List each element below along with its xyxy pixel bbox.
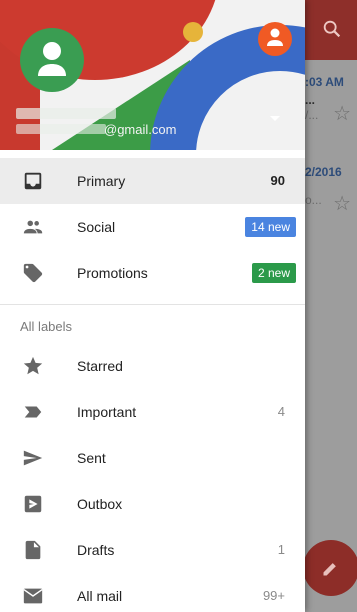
person-icon (38, 42, 66, 76)
nav-item-label: Drafts (77, 542, 115, 558)
email-row[interactable]: :03 AM ... /... ☆ (305, 75, 357, 145)
nav-item-label: Outbox (77, 496, 123, 512)
nav-item-all-mail[interactable]: All mail 99+ (0, 573, 305, 612)
navigation-drawer: @gmail.com Primary 90 Social 14 new Prom… (0, 0, 305, 612)
account-header[interactable]: @gmail.com (0, 0, 305, 150)
unread-count: 99+ (262, 588, 285, 603)
secondary-account-avatar[interactable] (258, 22, 292, 56)
nav-item-sent[interactable]: Sent (0, 435, 305, 481)
nav-item-label: All mail (77, 588, 123, 604)
important-icon (22, 401, 44, 423)
new-count-badge: 2 new (251, 263, 296, 283)
unread-count: 1 (277, 542, 285, 557)
email-snippet: ... (305, 93, 316, 107)
mailbox-list: Primary 90 Social 14 new Promotions 2 ne… (0, 150, 305, 612)
nav-item-primary[interactable]: Primary 90 (0, 158, 305, 204)
account-avatar[interactable] (20, 28, 84, 92)
draft-icon (22, 539, 44, 561)
outbox-icon (22, 493, 44, 515)
email-time: 2/2016 (305, 165, 342, 179)
email-row[interactable]: 2/2016 o... ☆ (305, 165, 357, 235)
nav-item-starred[interactable]: Starred (0, 343, 305, 389)
tag-icon (22, 262, 44, 284)
nav-item-promotions[interactable]: Promotions 2 new (0, 250, 305, 296)
nav-item-outbox[interactable]: Outbox (0, 481, 305, 527)
unread-count: 90 (270, 173, 285, 188)
labels-section-title: All labels (0, 305, 305, 343)
pencil-icon (323, 563, 336, 576)
star-icon (22, 355, 44, 377)
account-dropdown-icon[interactable] (270, 116, 280, 121)
compose-button[interactable] (303, 540, 357, 596)
header-art (183, 22, 203, 42)
send-icon (22, 447, 44, 469)
nav-item-label: Sent (77, 450, 106, 466)
nav-item-important[interactable]: Important 4 (0, 389, 305, 435)
nav-item-drafts[interactable]: Drafts 1 (0, 527, 305, 573)
nav-item-label: Promotions (77, 265, 148, 281)
nav-item-label: Starred (77, 358, 123, 374)
account-email: @gmail.com (104, 122, 177, 137)
nav-item-label: Social (77, 219, 116, 235)
inbox-icon (22, 170, 44, 192)
new-count-badge: 14 new (245, 217, 296, 237)
nav-item-social[interactable]: Social 14 new (0, 204, 305, 250)
star-icon[interactable]: ☆ (333, 101, 351, 126)
email-snippet-secondary: /... (305, 108, 319, 122)
section-title-text: All labels (20, 319, 73, 334)
star-icon[interactable]: ☆ (333, 191, 351, 216)
mail-icon (22, 585, 44, 607)
people-icon (22, 216, 44, 238)
email-time: :03 AM (305, 75, 344, 89)
account-name-redacted (16, 108, 116, 119)
nav-item-label: Important (77, 404, 137, 420)
email-snippet-secondary: o... (305, 193, 322, 207)
search-icon[interactable] (321, 18, 343, 40)
account-email-redacted (16, 124, 106, 134)
person-icon (267, 28, 283, 46)
unread-count: 4 (277, 404, 285, 419)
nav-item-label: Primary (77, 173, 126, 189)
